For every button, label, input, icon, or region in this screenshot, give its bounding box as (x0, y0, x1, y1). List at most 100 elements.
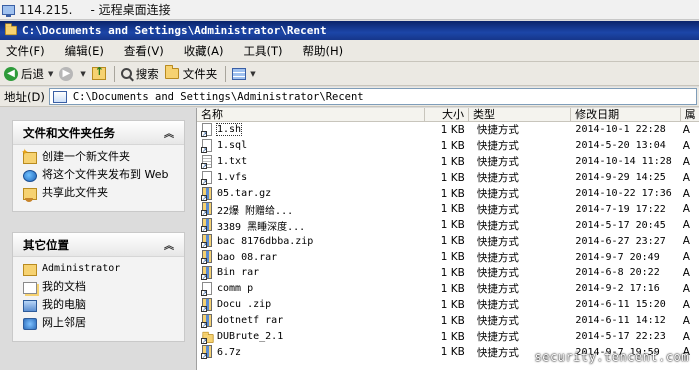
search-button-label: 搜索 (135, 66, 159, 81)
file-size: 1 KB (440, 251, 465, 264)
menu-tools[interactable]: 工具(T) (244, 43, 283, 59)
table-row[interactable]: ↗ 1.vfs 1 KB 快捷方式 2014-9-29 14:25 A (197, 170, 699, 186)
file-modified-date: 2014-9-29 14:25 (575, 172, 666, 184)
address-bar: 地址(D) C:\Documents and Settings\Administ… (0, 87, 699, 107)
folders-button[interactable]: 文件夹 (164, 65, 217, 82)
file-name-cell[interactable]: ↗ 6.7z (197, 345, 425, 360)
file-list[interactable]: 名称 大小 类型 修改日期 属 ↗ 1.sh 1 KB 快捷方式 2014-10-1 2… (196, 108, 699, 370)
column-header-name[interactable]: 名称 (197, 108, 426, 122)
folder-up-icon (91, 65, 106, 80)
file-name-cell[interactable]: ↗ bao 08.rar (197, 250, 425, 265)
file-name-cell[interactable]: ↗ DUBrute_2.1 (197, 330, 425, 344)
menu-favorites[interactable]: 收藏(A) (184, 43, 224, 59)
task-publish-web[interactable]: 将这个文件夹发布到 Web (23, 169, 174, 182)
back-button[interactable]: ◀ 后退 ▼ (4, 66, 53, 82)
column-header-date[interactable]: 修改日期 (571, 108, 681, 122)
chevron-up-icon[interactable]: ︽ (164, 237, 174, 252)
place-network[interactable]: 网上邻居 (23, 317, 174, 330)
file-name: 1.txt (217, 156, 248, 168)
file-name: 3389 黑睡深度... (217, 221, 306, 233)
chevron-up-icon[interactable]: ︽ (164, 125, 174, 140)
file-type: 快捷方式 (476, 299, 519, 312)
file-size: 1 KB (440, 235, 465, 248)
address-input[interactable]: C:\Documents and Settings\Administrator\… (48, 88, 697, 105)
file-name-cell[interactable]: ↗ 1.sh (197, 122, 425, 137)
file-modified-date: 2014-10-22 17:36 (575, 188, 672, 199)
file-type: 快捷方式 (476, 156, 519, 169)
file-size: 1 KB (440, 314, 465, 327)
table-row[interactable]: ↗ 3389 黑睡深度... 1 KB 快捷方式 2014-5-17 20:45 A (197, 217, 699, 233)
file-name-cell[interactable]: ↗ Docu .zip (197, 297, 425, 312)
file-attributes: A (682, 139, 690, 152)
table-row[interactable]: ↗ dotnetf rar 1 KB 快捷方式 2014-6-11 14:12 A (197, 313, 699, 329)
table-row[interactable]: ↗ Bin rar 1 KB 快捷方式 2014-6-8 20:22 A (197, 265, 699, 281)
table-row[interactable]: ↗ 1.sql 1 KB 快捷方式 2014-5-20 13:04 A (197, 138, 699, 154)
file-name-cell[interactable]: ↗ 3389 黑睡深度... (197, 218, 425, 233)
archive-shortcut-icon: ↗ (201, 345, 214, 360)
file-name-cell[interactable]: ↗ comm p (197, 281, 425, 296)
file-size: 1 KB (440, 139, 465, 152)
network-icon (23, 318, 37, 330)
table-row[interactable]: ↗ 22爆 附赠给... 1 KB 快捷方式 2014-7-19 17:22 A (197, 201, 699, 217)
chevron-down-icon[interactable]: ▼ (80, 70, 85, 78)
task-new-folder[interactable]: 创建一个新文件夹 (21, 147, 174, 164)
file-modified-date: 2014-6-11 15:20 (575, 299, 666, 311)
file-attributes: A (682, 251, 690, 264)
other-places-title: 其它位置 (23, 237, 69, 252)
menu-help[interactable]: 帮助(H) (303, 43, 344, 59)
window-title: C:\Documents and Settings\Administrator\… (22, 24, 327, 37)
file-name: comm p (217, 283, 254, 295)
table-row[interactable]: ↗ bao 08.rar 1 KB 快捷方式 2014-9-7 20:49 A (197, 249, 699, 265)
file-name-cell[interactable]: ↗ bac 8176dbba.zip (197, 234, 425, 249)
table-row[interactable]: ↗ 1.sh 1 KB 快捷方式 2014-10-1 22:28 A (197, 122, 699, 138)
file-modified-date: 2014-5-17 22:23 (575, 331, 666, 343)
table-row[interactable]: ↗ 05.tar.gz 1 KB 快捷方式 2014-10-22 17:36 A (197, 186, 699, 202)
menu-view[interactable]: 查看(V) (124, 43, 164, 59)
table-row[interactable]: ↗ bac 8176dbba.zip 1 KB 快捷方式 2014-6-27 23:27… (197, 233, 699, 249)
file-name-cell[interactable]: ↗ Bin rar (197, 265, 425, 280)
file-name-cell[interactable]: ↗ 22爆 附赠给... (197, 202, 425, 217)
chevron-down-icon[interactable]: ▼ (48, 70, 53, 78)
place-administrator[interactable]: Administrator (23, 263, 174, 276)
file-name-cell[interactable]: ↗ dotnetf rar (197, 313, 425, 328)
toolbar-divider (225, 65, 227, 82)
search-button[interactable]: 搜索 (120, 66, 159, 82)
table-row[interactable]: ↗ 1.txt 1 KB 快捷方式 2014-10-14 11:28 A (197, 154, 699, 170)
toolbar: ◀ 后退 ▼ ▶ ▼ 搜索 文件夹 ▼ (0, 62, 699, 86)
file-tasks-header[interactable]: 文件和文件夹任务 ︽ (13, 121, 184, 145)
table-row[interactable]: ↗ DUBrute_2.1 1 KB 快捷方式 2014-5-17 22:23 A (197, 329, 699, 345)
menu-edit[interactable]: 编辑(E) (65, 43, 104, 59)
share-folder-icon (23, 188, 37, 202)
column-header-size[interactable]: 大小 (425, 108, 469, 122)
column-header-attributes[interactable]: 属 (681, 108, 699, 122)
forward-button[interactable]: ▶ ▼ (59, 66, 86, 81)
archive-shortcut-icon: ↗ (201, 250, 214, 265)
place-my-documents[interactable]: 我的文档 (23, 281, 174, 294)
other-places-header[interactable]: 其它位置 ︽ (13, 233, 184, 257)
back-arrow-icon: ◀ (4, 66, 18, 81)
column-header-type[interactable]: 类型 (469, 108, 572, 122)
file-name-cell[interactable]: ↗ 1.vfs (197, 170, 425, 185)
address-value: C:\Documents and Settings\Administrator\… (72, 90, 364, 103)
table-row[interactable]: ↗ comm p 1 KB 快捷方式 2014-9-2 17:16 A (197, 281, 699, 297)
place-administrator-label: Administrator (42, 263, 121, 274)
task-pane: 文件和文件夹任务 ︽ 创建一个新文件夹 将这个文件夹发布到 Web 共享此文件夹… (0, 108, 196, 370)
file-name-cell[interactable]: ↗ 1.txt (197, 154, 425, 169)
file-tasks-panel: 文件和文件夹任务 ︽ 创建一个新文件夹 将这个文件夹发布到 Web 共享此文件夹 (12, 120, 185, 212)
views-button[interactable]: ▼ (232, 67, 256, 80)
menu-file[interactable]: 文件(F) (6, 43, 45, 59)
place-my-computer[interactable]: 我的电脑 (23, 299, 174, 312)
task-share-folder[interactable]: 共享此文件夹 (23, 187, 174, 202)
file-modified-date: 2014-6-27 23:27 (575, 235, 666, 247)
window-title-bar[interactable]: C:\Documents and Settings\Administrator\… (0, 21, 699, 40)
up-folder-button[interactable] (91, 65, 106, 80)
address-label: 地址(D) (4, 89, 45, 104)
rdp-window-title: - 远程桌面连接 (90, 3, 171, 17)
file-name: bac 8176dbba.zip (217, 235, 314, 247)
place-network-label: 网上邻居 (42, 316, 86, 329)
file-name-cell[interactable]: ↗ 05.tar.gz (197, 186, 425, 201)
chevron-down-icon[interactable]: ▼ (250, 70, 255, 78)
table-row[interactable]: ↗ Docu .zip 1 KB 快捷方式 2014-6-11 15:20 A (197, 297, 699, 313)
file-name: 1.vfs (217, 172, 248, 184)
file-name-cell[interactable]: ↗ 1.sql (197, 138, 425, 153)
